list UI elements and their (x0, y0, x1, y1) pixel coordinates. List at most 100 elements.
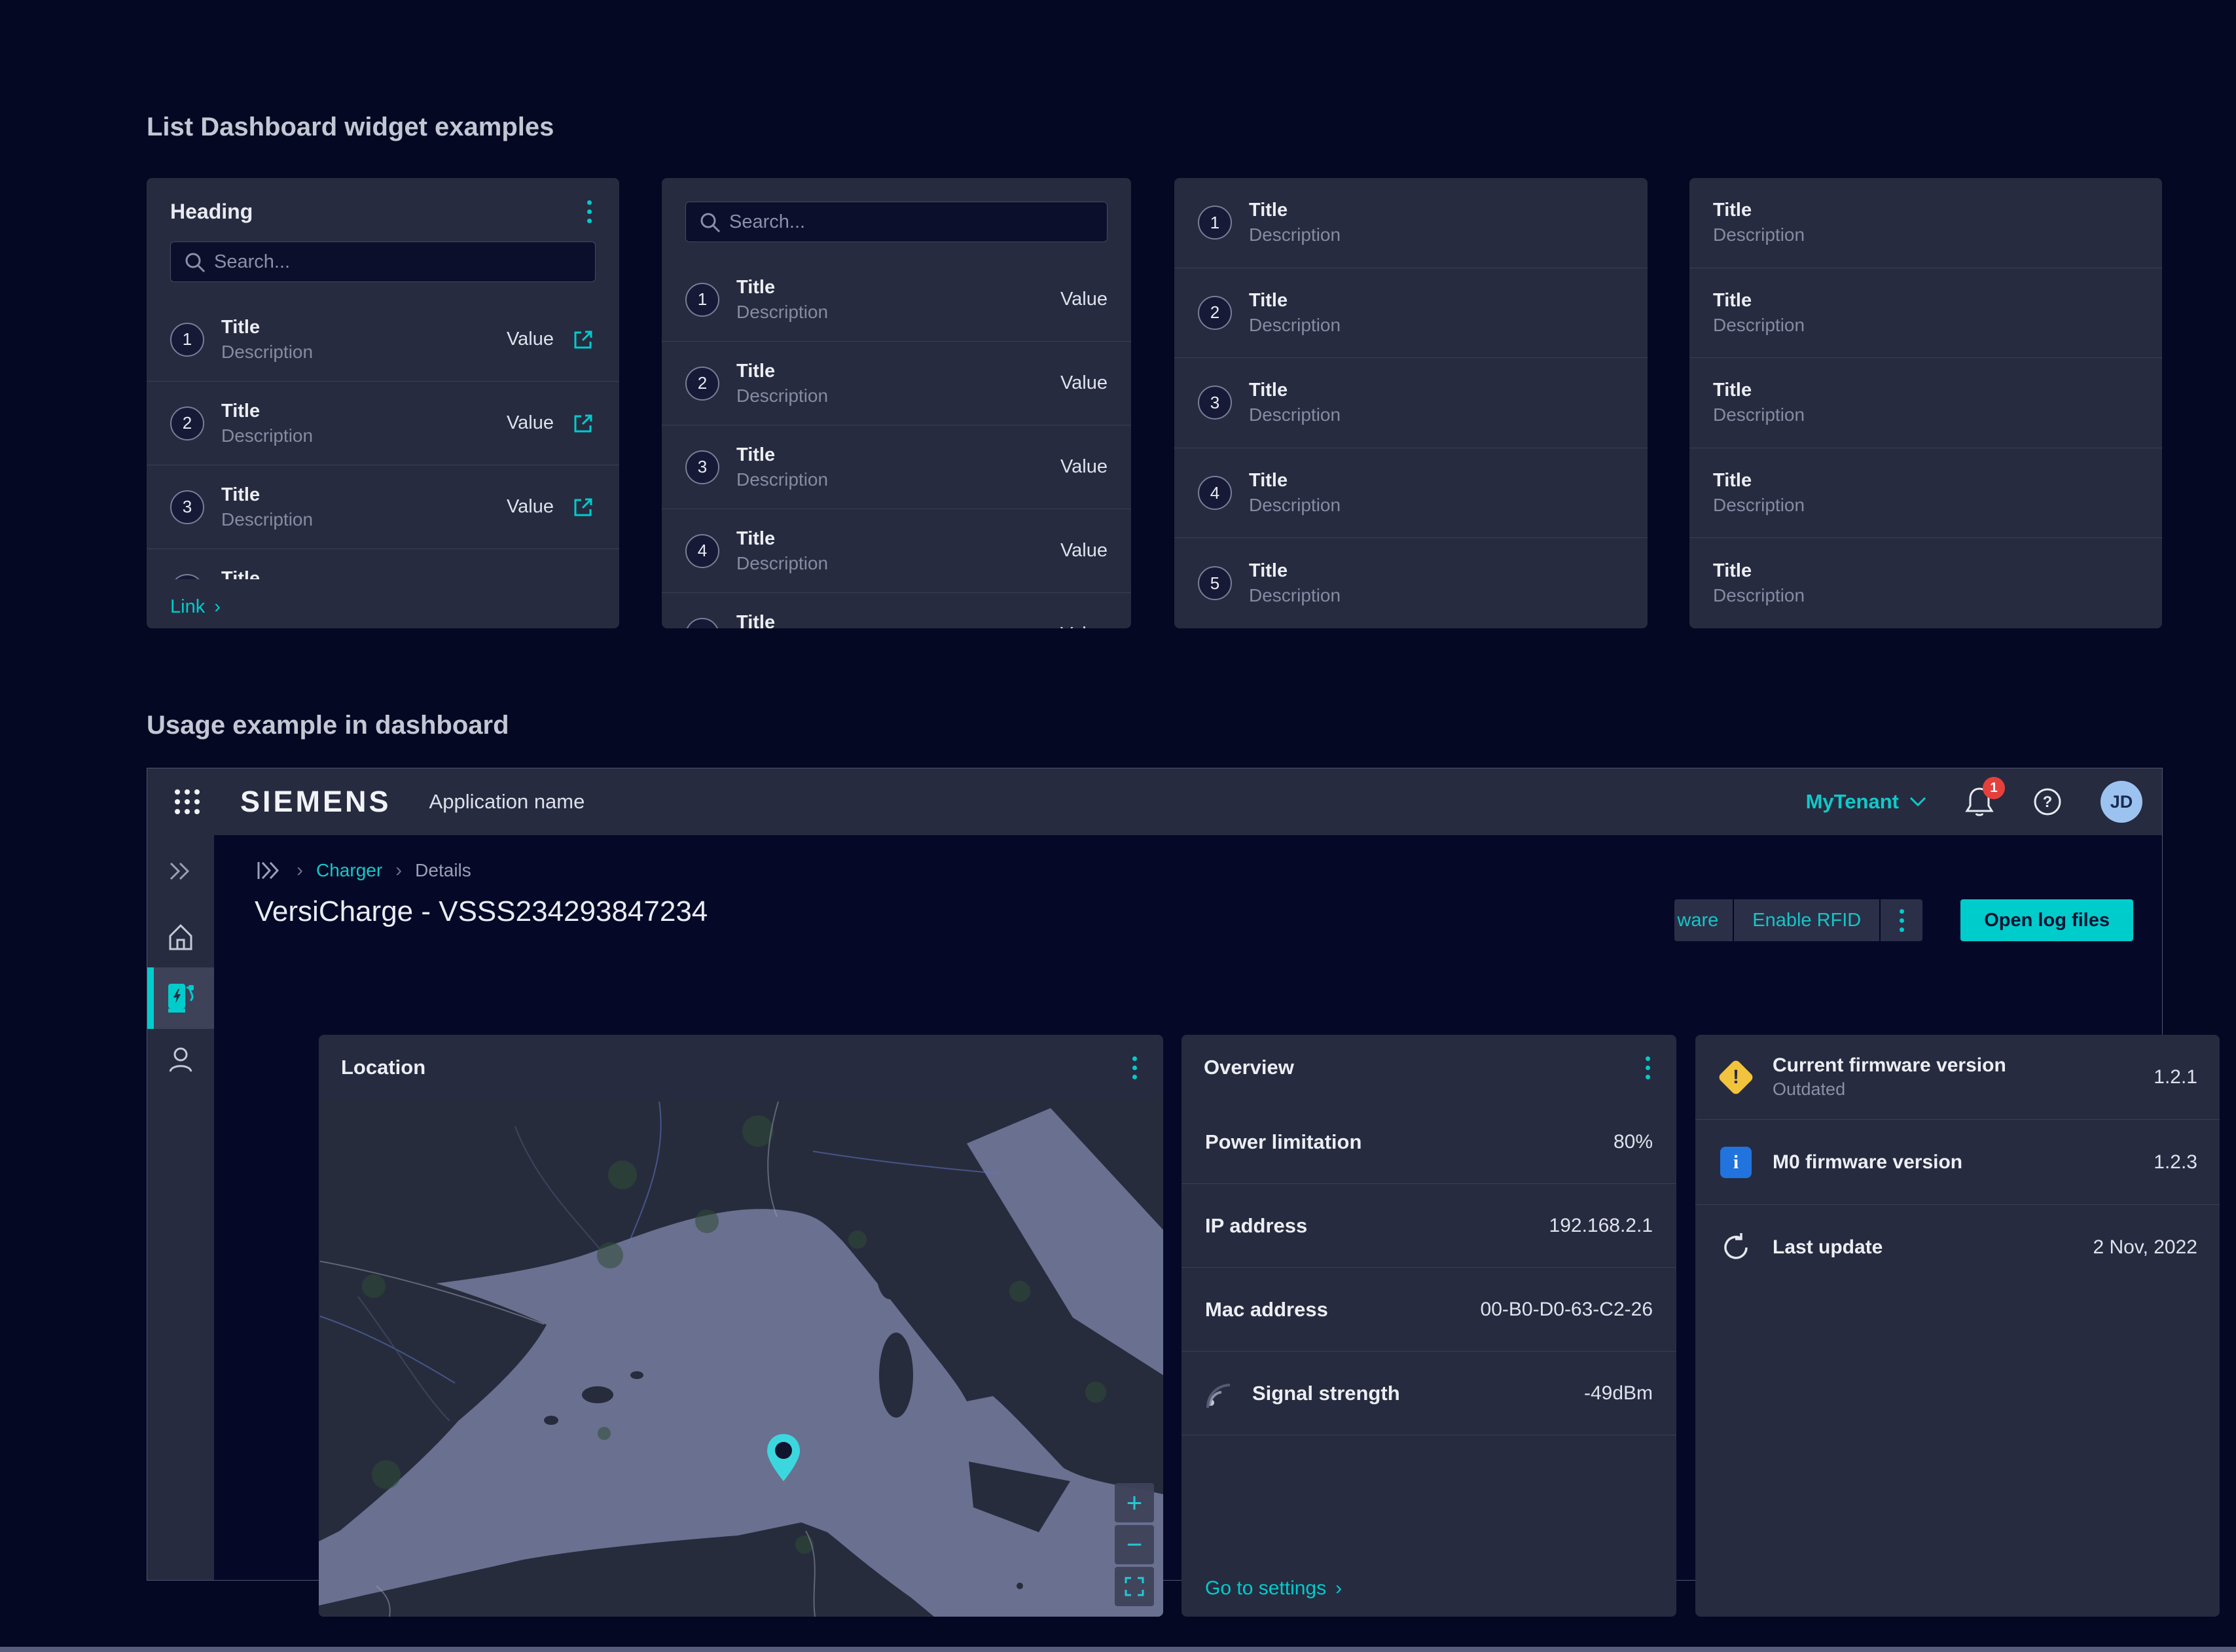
list-item[interactable]: 3 TitleDescription Value (147, 465, 619, 549)
search-field[interactable] (170, 242, 596, 282)
breadcrumb-charger[interactable]: Charger (316, 860, 382, 881)
list-item[interactable]: 2 TitleDescription Value (662, 342, 1131, 425)
sidebar-expand-button[interactable] (147, 840, 214, 902)
list-item[interactable]: 1 TitleDescription Value (662, 258, 1131, 342)
external-link-icon[interactable] (571, 495, 596, 520)
help-button[interactable]: ? (2032, 787, 2063, 817)
item-number: 5 (685, 618, 719, 629)
zoom-out-button[interactable]: − (1115, 1525, 1154, 1564)
kebab-menu-icon[interactable] (1128, 1052, 1141, 1083)
widget-list: 1 TitleDescription Value 2 TitleDescript… (147, 298, 619, 579)
external-link-icon[interactable] (571, 411, 596, 436)
item-description: Description (1249, 585, 1341, 606)
refresh-icon (1720, 1232, 1752, 1263)
info-icon: i (1720, 1147, 1752, 1178)
map-graphic (319, 1100, 1163, 1617)
item-value: Value (1060, 289, 1108, 310)
list-item[interactable]: 3 TitleDescription (1174, 358, 1648, 448)
item-number: 4 (170, 574, 204, 580)
list-item[interactable]: 1 TitleDescription (1174, 178, 1648, 268)
list-item[interactable]: 5 Title Description (1174, 538, 1648, 628)
item-title: Title (1713, 290, 1805, 312)
list-item[interactable]: 4 TitleDescription Value (662, 509, 1131, 593)
search-field[interactable] (685, 202, 1108, 242)
item-value: Value (507, 412, 554, 434)
item-description: Description (1713, 495, 1805, 516)
list-item[interactable]: 2 TitleDescription Value (147, 382, 619, 465)
sidebar-item-user[interactable] (147, 1029, 214, 1090)
item-number: 5 (1198, 566, 1232, 600)
app-launcher-icon[interactable] (167, 781, 207, 822)
item-description: Description (1249, 224, 1341, 245)
chevron-down-icon (1909, 797, 1926, 807)
item-description: Description (1713, 315, 1805, 336)
item-title: Title (1249, 290, 1341, 312)
list-item[interactable]: 5 TitleDescription Value (662, 593, 1131, 628)
item-number: 2 (685, 367, 719, 401)
item-number: 3 (1198, 386, 1232, 420)
dashboard-content: › Charger › Details VersiCharge - VSSS23… (214, 835, 2162, 1580)
open-log-files-button[interactable]: Open log files (1960, 899, 2133, 941)
external-link-icon[interactable] (571, 579, 596, 580)
chevron-right-icon: › (214, 598, 221, 617)
item-title: Title (1713, 200, 1805, 221)
list-widget-heading-search-values: Heading 1 TitleDescription Value 2 Title… (147, 178, 619, 628)
item-description: Description (221, 425, 313, 446)
svg-text:?: ? (2043, 793, 2053, 811)
list-item[interactable]: TitleDescription (1689, 448, 2162, 539)
list-item[interactable]: TitleDescription (1689, 358, 2162, 448)
sidebar-item-home[interactable] (147, 906, 214, 967)
overview-row: Power limitation 80% (1181, 1100, 1676, 1184)
item-description: Description (736, 386, 828, 406)
list-widget-numbered: 1 TitleDescription 2 TitleDescription 3 … (1174, 178, 1648, 628)
list-item[interactable]: 4 TitleDescription (1174, 448, 1648, 539)
kebab-menu-icon[interactable] (1642, 1052, 1654, 1083)
list-item[interactable]: 2 TitleDescription (1174, 268, 1648, 359)
horizontal-scrollbar[interactable] (0, 1647, 2236, 1652)
list-item[interactable]: TitleDescription (1689, 178, 2162, 268)
sidebar-item-charger[interactable] (147, 967, 214, 1029)
more-actions-button[interactable] (1881, 899, 1922, 941)
search-input[interactable] (170, 242, 596, 282)
widget-link[interactable]: Link › (170, 596, 221, 618)
breadcrumb-root-icon[interactable] (256, 860, 283, 881)
sidebar (147, 835, 214, 1580)
item-description: Description (1713, 404, 1805, 425)
action-buttons: ware Enable RFID Open log files (1674, 899, 2133, 941)
list-item[interactable]: 1 TitleDescription Value (147, 298, 619, 382)
enable-rfid-button[interactable]: Enable RFID (1734, 899, 1879, 941)
overview-card: Overview Power limitation 80% IP address… (1181, 1035, 1676, 1617)
kebab-menu-icon[interactable] (583, 196, 596, 227)
item-title: Title (1249, 560, 1341, 582)
firmware-row: ! Current firmware versionOutdated 1.2.1 (1695, 1035, 2220, 1120)
item-title: Title (736, 528, 828, 550)
item-description: Description (1249, 315, 1341, 336)
list-item[interactable]: Title Description (1689, 268, 2162, 359)
map[interactable]: + − (319, 1100, 1163, 1617)
fullscreen-button[interactable] (1115, 1567, 1154, 1606)
item-title: Title (1249, 470, 1341, 492)
list-item[interactable]: 4 TitleDescription Value (147, 549, 619, 579)
item-title: Title (221, 484, 313, 506)
section-title-widgets: List Dashboard widget examples (147, 113, 554, 142)
item-number: 4 (685, 534, 719, 568)
go-to-settings-link[interactable]: Go to settings › (1205, 1577, 1342, 1600)
notifications-button[interactable]: 1 (1964, 786, 1994, 817)
fullscreen-icon (1125, 1577, 1144, 1596)
truncated-firmware-button[interactable]: ware (1674, 899, 1733, 941)
avatar[interactable]: JD (2101, 781, 2142, 823)
list-widget-search-values: 1 TitleDescription Value 2 TitleDescript… (662, 178, 1131, 628)
item-description: Description (1249, 495, 1341, 516)
firmware-card: ! Current firmware versionOutdated 1.2.1… (1695, 1035, 2220, 1617)
overview-row: Signal strength -49dBm (1181, 1352, 1676, 1435)
search-input[interactable] (685, 202, 1108, 242)
breadcrumb-details: Details (415, 860, 471, 881)
external-link-icon[interactable] (571, 327, 596, 352)
list-item[interactable]: 3 TitleDescription Value (662, 425, 1131, 509)
zoom-in-button[interactable]: + (1115, 1483, 1154, 1522)
widget-list: 1 TitleDescription 2 TitleDescription 3 … (1174, 178, 1648, 628)
search-icon (698, 211, 722, 234)
list-item[interactable]: TitleDescription (1689, 538, 2162, 628)
tenant-selector[interactable]: MyTenant (1806, 790, 1926, 814)
item-number: 1 (685, 283, 719, 317)
